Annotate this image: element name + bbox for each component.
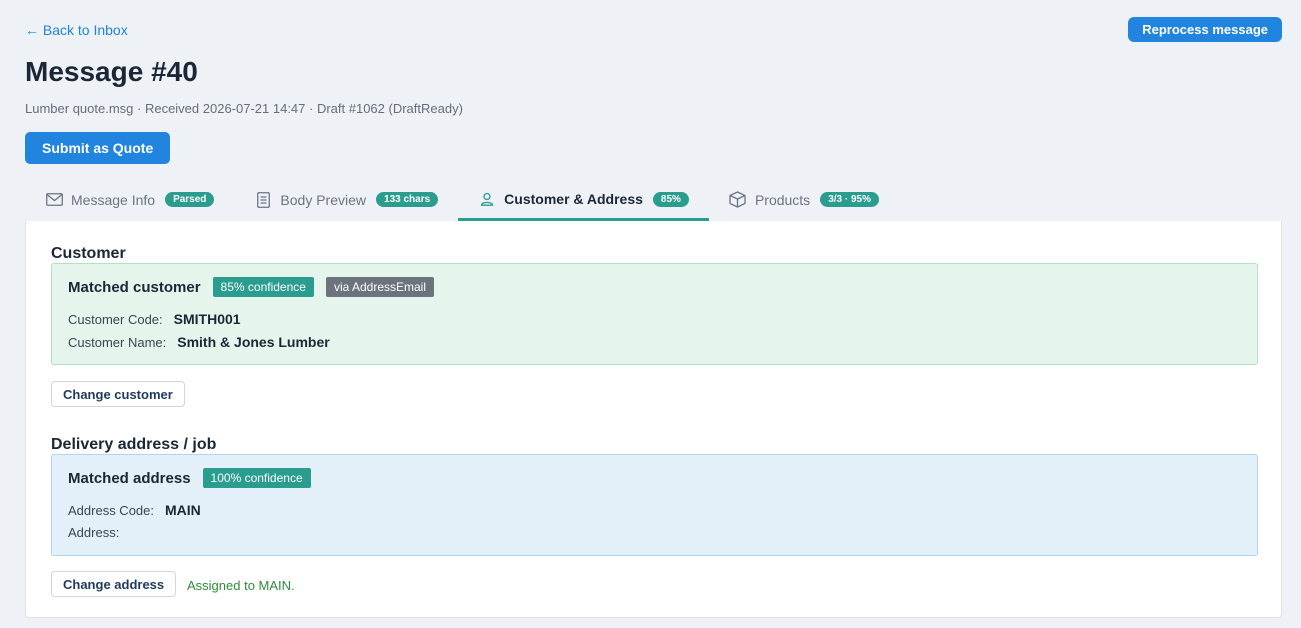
tab-products[interactable]: Products 3/3 · 95% — [709, 180, 899, 221]
matched-customer-card: Matched customer 85% confidence via Addr… — [51, 263, 1258, 365]
customer-name-value: Smith & Jones Lumber — [177, 334, 330, 350]
back-to-inbox-link[interactable]: ← Back to Inbox — [25, 22, 128, 38]
envelope-icon — [45, 191, 63, 209]
page-title: Message #40 — [25, 56, 198, 87]
customer-name-label: Customer Name: — [68, 335, 167, 350]
customer-address-panel: Customer Matched customer 85% confidence… — [25, 221, 1282, 618]
matched-address-title: Matched address — [68, 469, 191, 487]
customer-code-label: Customer Code: — [68, 312, 163, 327]
address-section-title: Delivery address / job — [51, 436, 217, 453]
tab-bar: Message Info Parsed Body Preview 133 cha… — [25, 180, 1282, 221]
customer-section-title: Customer — [51, 245, 126, 262]
submit-as-quote-button[interactable]: Submit as Quote — [25, 132, 171, 164]
tab-label: Products — [754, 191, 811, 208]
tab-label: Customer & Address — [504, 191, 643, 207]
message-meta: Lumber quote.msg · Received 2026-07-21 1… — [25, 101, 463, 116]
customer-code-value: SMITH001 — [173, 311, 241, 327]
tab-customer-address[interactable]: Customer & Address 85% — [458, 180, 709, 221]
box-icon — [729, 191, 747, 209]
tab-body-preview[interactable]: Body Preview 133 chars — [234, 180, 458, 221]
tab-label: Message Info — [71, 191, 156, 208]
customer-confidence-badge: 85% confidence — [212, 277, 314, 297]
address-status-note: Assigned to MAIN. — [187, 578, 295, 593]
reprocess-message-button[interactable]: Reprocess message — [1128, 17, 1282, 42]
tab-label: Body Preview — [280, 191, 367, 208]
change-customer-button[interactable]: Change customer — [51, 381, 185, 407]
matched-customer-title: Matched customer — [68, 278, 201, 296]
tab-badge: 85% — [652, 191, 689, 207]
tab-badge: 133 chars — [376, 192, 439, 207]
tab-badge: 3/3 · 95% — [820, 192, 879, 207]
tab-badge: Parsed — [165, 192, 215, 207]
address-confidence-badge: 100% confidence — [202, 468, 311, 488]
user-icon — [478, 190, 496, 208]
address-code-label: Address Code: — [68, 503, 154, 518]
document-icon — [254, 191, 272, 209]
matched-address-card: Matched address 100% confidence Address … — [51, 454, 1258, 556]
match-source-badge: via AddressEmail — [325, 277, 434, 297]
change-address-button[interactable]: Change address — [51, 571, 177, 597]
tab-message-info[interactable]: Message Info Parsed — [25, 180, 234, 221]
address-label: Address: — [68, 525, 120, 540]
address-code-value: MAIN — [165, 502, 201, 518]
